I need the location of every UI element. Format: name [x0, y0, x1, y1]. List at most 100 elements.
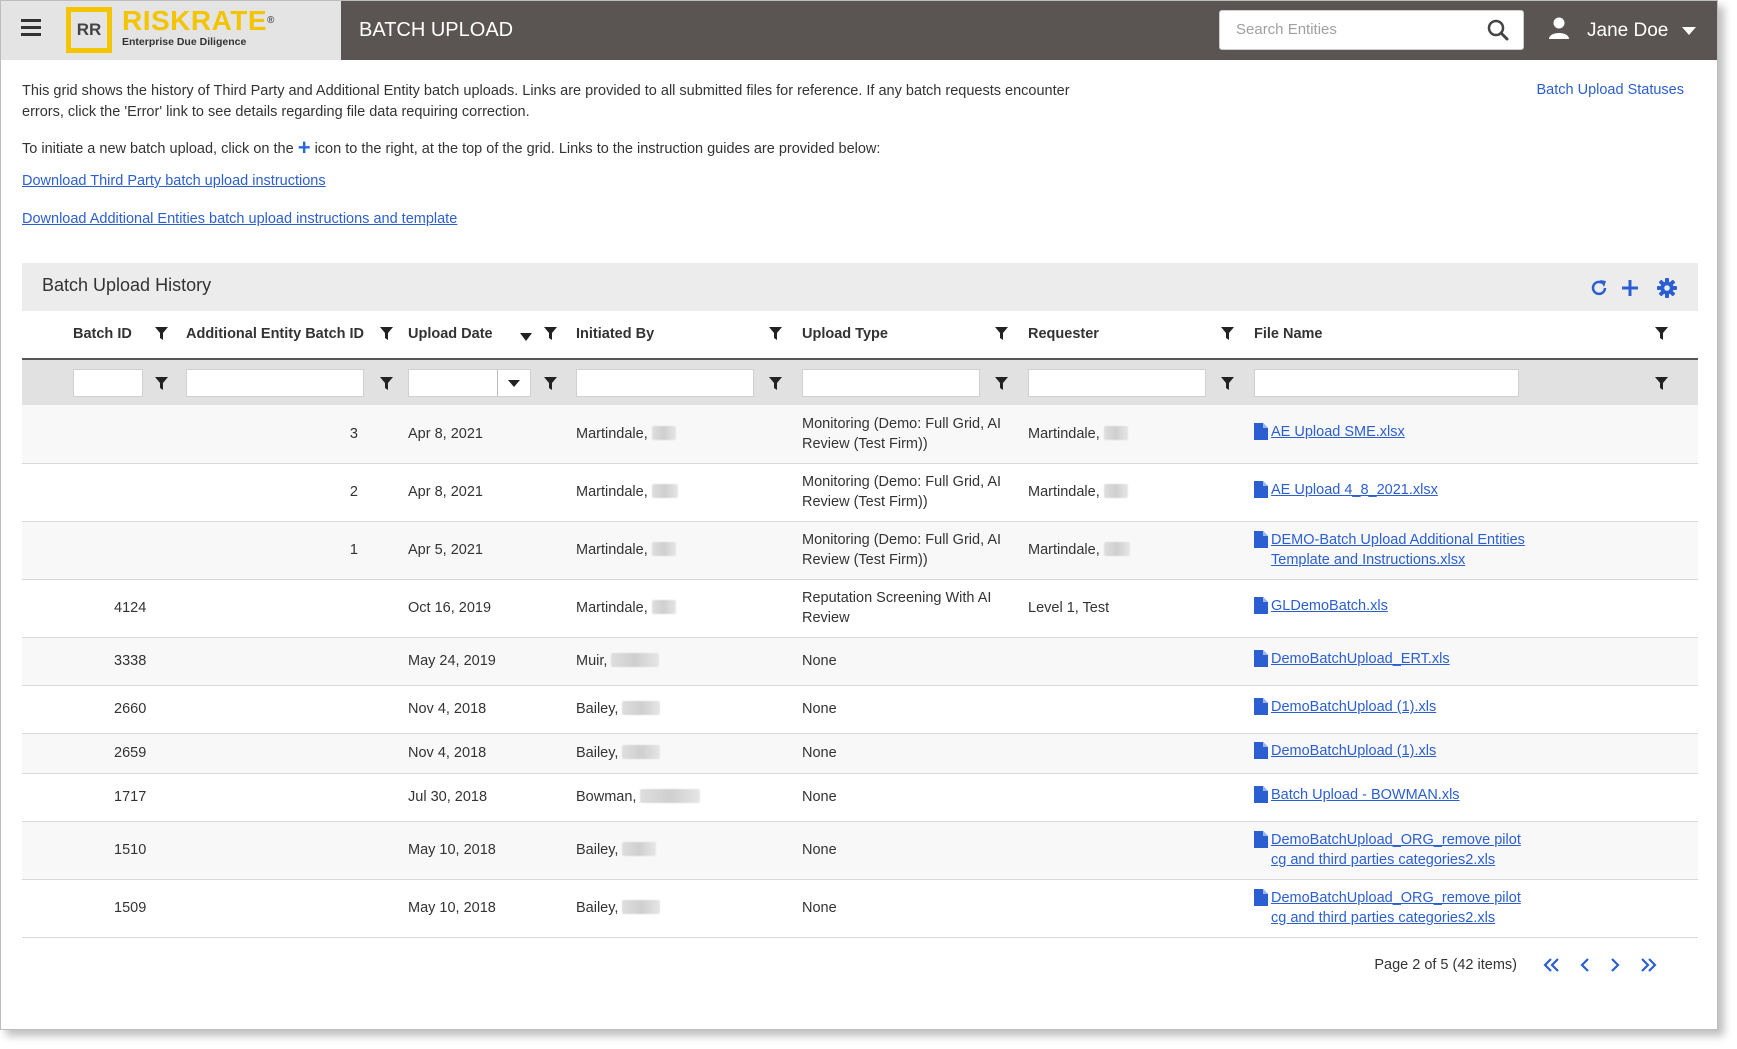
chevron-down-icon — [1682, 20, 1697, 42]
menu-icon[interactable] — [21, 19, 41, 36]
table-row[interactable]: 2 Apr 8, 2021 Martindale, Monitoring (Demo… — [22, 463, 1698, 522]
additional-entities-instructions-link[interactable]: Download Additional Entities batch uploa… — [22, 211, 457, 227]
cell-upload-date: May 24, 2019 — [400, 637, 568, 686]
search-box — [1219, 10, 1524, 50]
intro-text: This grid shows the history of Third Par… — [22, 83, 1070, 120]
filter-icon[interactable] — [995, 377, 1008, 395]
sort-down-icon[interactable] — [520, 329, 532, 345]
plus-icon[interactable] — [1619, 277, 1641, 299]
cell-ae-batch-id — [174, 733, 400, 774]
filter-icon[interactable] — [155, 327, 168, 344]
filter-icon[interactable] — [1655, 377, 1668, 395]
initiated-by-text: Martindale, — [576, 484, 648, 500]
upload-type-filter-input[interactable] — [802, 369, 980, 397]
filter-icon[interactable] — [769, 327, 782, 344]
table-row[interactable]: 1509 May 10, 2018 Bailey, None DemoBatchUpl… — [22, 879, 1698, 938]
filter-icon[interactable] — [1655, 327, 1668, 344]
file-link[interactable]: DemoBatchUpload_ORG_remove pilot cg and … — [1271, 830, 1531, 870]
upload-type-text: None — [802, 789, 837, 805]
filter-icon[interactable] — [995, 327, 1008, 344]
ae-batch-id-filter-input[interactable] — [186, 369, 364, 397]
filter-icon[interactable] — [380, 377, 393, 395]
table-row[interactable]: 3 Apr 8, 2021 Martindale, Monitoring (Demo… — [22, 405, 1698, 464]
prev-page-icon[interactable] — [1579, 957, 1591, 973]
file-link[interactable]: AE Upload 4_8_2021.xlsx — [1271, 480, 1438, 500]
filter-icon[interactable] — [1221, 327, 1234, 344]
third-party-instructions-link[interactable]: Download Third Party batch upload instru… — [22, 173, 326, 189]
table-row[interactable]: 1 Apr 5, 2021 Martindale, Monitoring (Demo… — [22, 521, 1698, 580]
cell-initiated-by: Bailey, — [568, 879, 794, 938]
file-link[interactable]: AE Upload SME.xlsx — [1271, 422, 1405, 442]
column-header-upload-type[interactable]: Upload Type — [794, 311, 1020, 360]
file-link[interactable]: GLDemoBatch.xls — [1271, 596, 1388, 616]
table-row[interactable]: 2660 Nov 4, 2018 Bailey, None DemoBatchUplo… — [22, 685, 1698, 734]
requester-filter-input[interactable] — [1028, 369, 1206, 397]
user-menu[interactable]: Jane Doe — [1549, 17, 1697, 45]
file-link[interactable]: DemoBatchUpload_ORG_remove pilot cg and … — [1271, 888, 1531, 928]
cell-upload-type: Monitoring (Demo: Full Grid, AI Review (… — [794, 521, 1020, 580]
filter-icon[interactable] — [380, 327, 393, 344]
file-name-filter-input[interactable] — [1254, 369, 1519, 397]
file-link[interactable]: DemoBatchUpload (1).xls — [1271, 741, 1436, 761]
cell-requester: Level 1, Test — [1020, 579, 1246, 638]
initiated-by-text: Muir, — [576, 653, 608, 669]
column-header-requester[interactable]: Requester — [1020, 311, 1246, 360]
batch-id-filter-input[interactable] — [73, 369, 143, 397]
first-page-icon[interactable] — [1543, 957, 1561, 973]
column-header-file-name[interactable]: File Name — [1246, 311, 1698, 360]
column-label: Batch ID — [73, 326, 132, 342]
file-link[interactable]: DemoBatchUpload_ERT.xls — [1271, 649, 1450, 669]
column-header-ae-batch-id[interactable]: Additional Entity Batch ID — [174, 311, 400, 360]
filter-icon[interactable] — [1221, 377, 1234, 395]
cell-upload-date: May 10, 2018 — [400, 821, 568, 880]
table-row[interactable]: 4124 Oct 16, 2019 Martindale, Reputation S… — [22, 579, 1698, 638]
file-link[interactable]: DEMO-Batch Upload Additional Entities Te… — [1271, 530, 1531, 570]
pager-info: Page 2 of 5 (42 items) — [1374, 957, 1517, 973]
brand-area: RR RISKRATE® Enterprise Due Diligence — [1, 1, 341, 60]
column-header-upload-date[interactable]: Upload Date — [400, 311, 568, 360]
file-link[interactable]: Batch Upload - BOWMAN.xls — [1271, 785, 1460, 805]
cell-upload-date: Apr 5, 2021 — [400, 521, 568, 580]
upload-type-text: None — [802, 900, 837, 916]
filter-row — [22, 359, 1698, 405]
upload-type-text: Monitoring (Demo: Full Grid, AI Review (… — [802, 415, 1002, 452]
refresh-icon[interactable] — [1588, 277, 1610, 299]
initiated-by-filter-input[interactable] — [576, 369, 754, 397]
initiated-by-text: Bowman, — [576, 789, 637, 805]
table-row[interactable]: 1510 May 10, 2018 Bailey, None DemoBatchUpl… — [22, 821, 1698, 880]
filter-icon[interactable] — [155, 377, 168, 395]
file-link[interactable]: DemoBatchUpload (1).xls — [1271, 697, 1436, 717]
filter-icon[interactable] — [769, 377, 782, 395]
cell-ae-batch-id — [174, 637, 400, 686]
column-header-initiated-by[interactable]: Initiated By — [568, 311, 794, 360]
last-page-icon[interactable] — [1639, 957, 1657, 973]
column-header-batch-id[interactable]: Batch ID — [22, 311, 174, 360]
cell-file-name: AE Upload SME.xlsx — [1246, 405, 1698, 464]
table-row[interactable]: 1717 Jul 30, 2018 Bowman, None Batch Upload… — [22, 773, 1698, 822]
cell-file-name: Batch Upload - BOWMAN.xls — [1246, 773, 1698, 822]
upload-date-filter-input[interactable] — [408, 369, 498, 397]
cell-batch-id: 1717 — [22, 773, 174, 822]
cell-initiated-by: Martindale, — [568, 579, 794, 638]
cell-upload-type: Monitoring (Demo: Full Grid, AI Review (… — [794, 463, 1020, 522]
table-row[interactable]: 2659 Nov 4, 2018 Bailey, None DemoBatchUplo… — [22, 733, 1698, 774]
filter-icon[interactable] — [544, 327, 557, 344]
cell-requester: Martindale, — [1020, 463, 1246, 522]
search-input[interactable] — [1234, 20, 1478, 39]
file-icon — [1254, 786, 1268, 809]
file-icon — [1254, 889, 1268, 912]
initiated-by-text: Bailey, — [576, 900, 619, 916]
cell-requester — [1020, 637, 1246, 686]
next-page-icon[interactable] — [1609, 957, 1621, 973]
initiated-by-text: Bailey, — [576, 701, 619, 717]
grid-toolbar: Batch Upload History — [22, 263, 1698, 311]
gear-icon[interactable] — [1656, 277, 1678, 299]
table-row[interactable]: 3338 May 24, 2019 Muir, None DemoBatchUploa… — [22, 637, 1698, 686]
filter-icon[interactable] — [544, 377, 557, 395]
search-icon[interactable] — [1487, 19, 1509, 46]
batch-upload-statuses-link[interactable]: Batch Upload Statuses — [1536, 82, 1684, 98]
cell-upload-type: None — [794, 879, 1020, 938]
date-picker-toggle[interactable] — [497, 369, 531, 397]
initiated-by-text: Bailey, — [576, 745, 619, 761]
initiated-by-text: Martindale, — [576, 600, 648, 616]
